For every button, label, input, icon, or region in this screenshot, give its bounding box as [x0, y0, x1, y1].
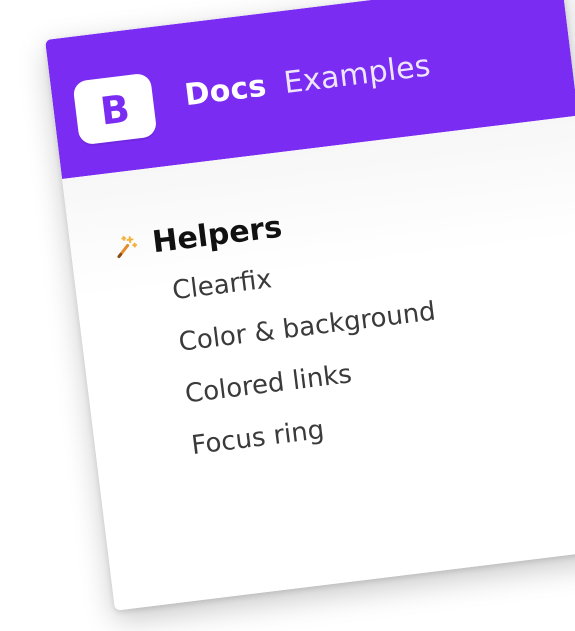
- nav-item-examples[interactable]: Examples: [282, 48, 433, 101]
- sidebar-content: Helpers Clearfix Color & background Colo…: [62, 115, 575, 611]
- magic-wand-icon: [111, 232, 140, 261]
- section-title: Helpers: [150, 209, 284, 261]
- section-links: Clearfix Color & background Colored link…: [171, 229, 575, 461]
- sidebar-section-helpers: Helpers Clearfix Color & background Colo…: [111, 177, 575, 465]
- brand-logo-letter: B: [97, 86, 133, 134]
- primary-nav: Docs Examples: [183, 48, 433, 114]
- brand-logo[interactable]: B: [72, 72, 158, 146]
- app-card: B Docs Examples Helpers Clearfix Color &…: [45, 0, 575, 611]
- screenshot-stage: B Docs Examples Helpers Clearfix Color &…: [0, 0, 575, 631]
- nav-item-docs[interactable]: Docs: [183, 69, 269, 114]
